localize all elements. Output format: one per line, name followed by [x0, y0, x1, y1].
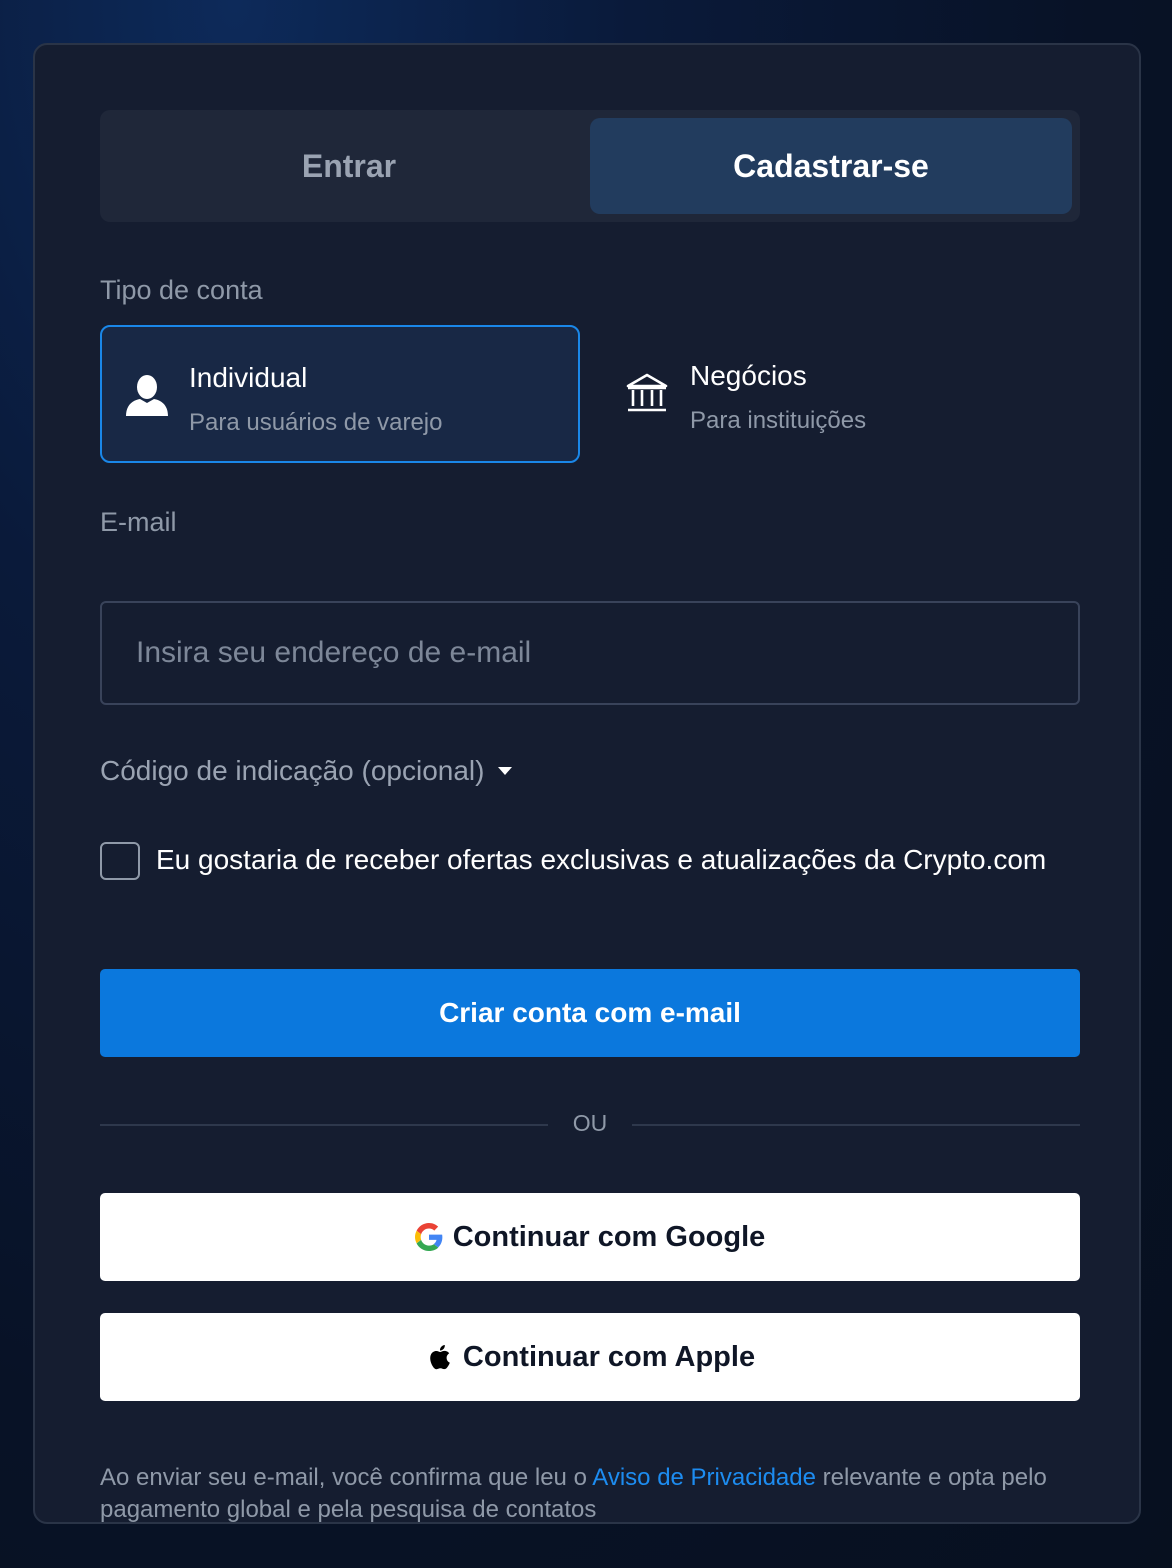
google-icon [414, 1223, 443, 1251]
auth-tabs: Entrar Cadastrar-se [100, 110, 1080, 222]
privacy-notice-link[interactable]: Aviso de Privacidade [592, 1464, 816, 1491]
offers-checkbox[interactable] [100, 842, 140, 880]
referral-code-label: Código de indicação (opcional) [100, 755, 485, 786]
divider-or: OU [572, 1110, 608, 1136]
account-option-individual[interactable]: Individual Para usuários de varejo [100, 325, 580, 463]
bank-icon [626, 373, 668, 412]
continue-apple-label: Continuar com Apple [462, 1340, 756, 1373]
privacy-notice-text-before: Ao enviar seu e-mail, você confirma que … [100, 1464, 593, 1491]
account-option-individual-subtitle: Para usuários de varejo [189, 409, 443, 436]
tab-login[interactable]: Entrar [108, 118, 590, 214]
account-type-label: Tipo de conta [100, 275, 263, 305]
signup-card: Entrar Cadastrar-se Tipo de conta Indivi… [33, 43, 1141, 1524]
divider-line-left [100, 1124, 548, 1126]
continue-google-button[interactable]: Continuar com Google [100, 1193, 1080, 1281]
account-option-business-subtitle: Para instituições [690, 407, 867, 434]
caret-down-icon [498, 767, 513, 775]
person-icon [126, 375, 168, 416]
apple-icon [430, 1345, 450, 1370]
tab-signup[interactable]: Cadastrar-se [590, 118, 1072, 214]
account-option-business-title: Negócios [690, 360, 807, 391]
offers-checkbox-label: Eu gostaria de receber ofertas exclusiva… [156, 844, 1047, 875]
email-input[interactable] [100, 601, 1080, 705]
privacy-notice: Ao enviar seu e-mail, você confirma que … [100, 1462, 1080, 1526]
email-label: E-mail [100, 507, 177, 537]
continue-apple-button[interactable]: Continuar com Apple [100, 1313, 1080, 1401]
account-option-business[interactable]: Negócios Para instituições [602, 325, 1082, 463]
create-account-email-button[interactable]: Criar conta com e-mail [100, 969, 1080, 1057]
divider-line-right [632, 1124, 1080, 1126]
continue-google-label: Continuar com Google [452, 1220, 766, 1253]
account-option-individual-title: Individual [189, 362, 308, 393]
referral-code-toggle[interactable]: Código de indicação (opcional) [100, 755, 513, 787]
